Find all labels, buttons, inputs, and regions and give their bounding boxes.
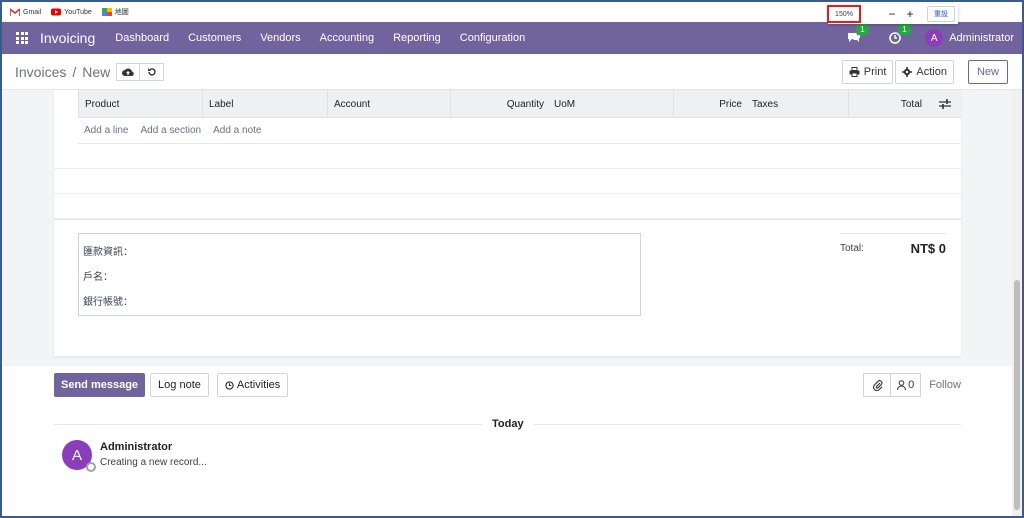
clock-icon [225,380,234,390]
bookmark-maps[interactable]: 地圖 [101,7,129,17]
message-body: Creating a new record... [100,457,207,468]
print-button[interactable]: Print [841,59,894,84]
note-line: 戶名： [83,272,113,283]
col-total[interactable]: Total [848,90,928,118]
user-icon [897,380,907,390]
activities-badge: 1 [898,24,911,35]
empty-line-row [54,194,961,219]
menu-customers[interactable]: Customers [188,32,241,44]
empty-line-row [54,169,961,194]
bookmark-label: Gmail [23,8,42,16]
new-button[interactable]: New [967,59,1008,84]
maps-icon [101,8,112,16]
followers-count: 0 [908,379,915,391]
breadcrumb-separator: / [72,63,77,80]
add-section-link[interactable]: Add a section [140,125,201,136]
zoom-out-button[interactable]: − [883,7,901,21]
avatar-initial: A [71,446,82,464]
menu-configuration[interactable]: Configuration [460,32,525,44]
menu-vendors[interactable]: Vendors [260,32,300,44]
col-uom[interactable]: UoM [550,90,673,118]
printer-icon [849,66,860,77]
date-separator-label: Today [482,418,534,430]
optional-columns-toggle[interactable] [928,90,961,118]
print-label: Print [863,65,887,78]
followers-button[interactable]: 0 [891,373,922,397]
action-button[interactable]: Action [895,59,954,84]
col-account[interactable]: Account [327,90,450,118]
col-label[interactable]: Label [202,90,327,118]
menu-accounting[interactable]: Accounting [320,32,374,44]
log-note-button[interactable]: Log note [150,373,209,397]
zoom-reset-button[interactable]: 重設 [927,6,955,22]
bookmark-youtube[interactable]: YouTube [51,8,92,16]
menu-dashboard[interactable]: Dashboard [115,32,169,44]
action-label: Action [916,65,947,78]
bookmark-label: 地圖 [114,9,129,16]
paperclip-icon [872,380,883,391]
invoice-sheet: Product Label Account Quantity UoM Price… [54,90,961,356]
zoom-level: 150% [827,5,861,23]
col-product[interactable]: Product [78,90,202,118]
undo-icon [147,67,156,76]
messages-button[interactable]: 1 [847,24,869,44]
add-line-row: Add a line Add a section Add a note [78,118,961,144]
total-amount: NT$ 0 [910,241,946,256]
breadcrumb-current: New [82,63,111,80]
totals: Total: NT$ 0 [840,233,946,263]
add-line-link[interactable]: Add a line [84,125,128,136]
bookmark-gmail[interactable]: Gmail [10,8,41,16]
page-scrollbar[interactable] [1012,90,1022,516]
lines-divider [54,219,961,220]
col-quantity[interactable]: Quantity [450,90,550,118]
send-message-button[interactable]: Send message [54,373,146,397]
apps-menu-icon[interactable] [16,32,28,44]
discard-button[interactable] [140,62,165,81]
menu-reporting[interactable]: Reporting [393,32,441,44]
empty-line-row [54,144,961,169]
terms-notes-field[interactable]: 匯款資訊： 戶名： 銀行帳號： [78,233,641,316]
attachment-button[interactable] [863,373,892,397]
note-line: 匯款資訊： [83,247,133,258]
message-author[interactable]: Administrator [100,441,207,453]
zoom-popup: 150% − + 重設 [827,4,958,24]
user-avatar: A [925,29,944,47]
bookmark-label: YouTube [64,8,92,16]
scrollbar-thumb[interactable] [1014,280,1020,510]
chatter-message: A Administrator Creating a new record... [62,440,207,472]
activities-label: Activities [236,379,281,391]
breadcrumb: Invoices / New [15,64,110,80]
top-navbar: Invoicing Dashboard Customers Vendors Ac… [2,22,1022,54]
zoom-in-button[interactable]: + [901,7,919,21]
note-line: 銀行帳號： [83,297,133,308]
breadcrumb-invoices[interactable]: Invoices [15,64,66,80]
user-menu[interactable]: A Administrator [925,29,1014,47]
messages-badge: 1 [856,24,869,35]
presence-status-icon [86,462,96,472]
youtube-icon [51,8,62,16]
save-button[interactable] [116,62,141,81]
chatter: Send message Log note Activities 0 Follo… [2,366,1012,516]
user-name: Administrator [949,32,1014,44]
chatter-toolbar: Send message Log note Activities 0 Follo… [54,372,961,398]
gmail-icon [10,8,20,16]
message-author-avatar: A [62,440,96,472]
activities-button[interactable]: 1 [889,24,911,44]
cloud-upload-icon [122,67,134,76]
gear-icon [902,66,913,77]
activities-schedule-button[interactable]: Activities [216,373,289,397]
total-label: Total: [840,243,864,254]
record-actions [116,62,165,81]
app-brand[interactable]: Invoicing [40,30,95,46]
follow-button[interactable]: Follow [929,379,961,391]
sliders-icon [938,99,951,109]
col-price[interactable]: Price [673,90,748,118]
add-note-link[interactable]: Add a note [213,125,261,136]
control-panel: Invoices / New Print Action New [2,54,1022,90]
invoice-lines-header: Product Label Account Quantity UoM Price… [78,90,961,118]
col-taxes[interactable]: Taxes [748,90,848,118]
